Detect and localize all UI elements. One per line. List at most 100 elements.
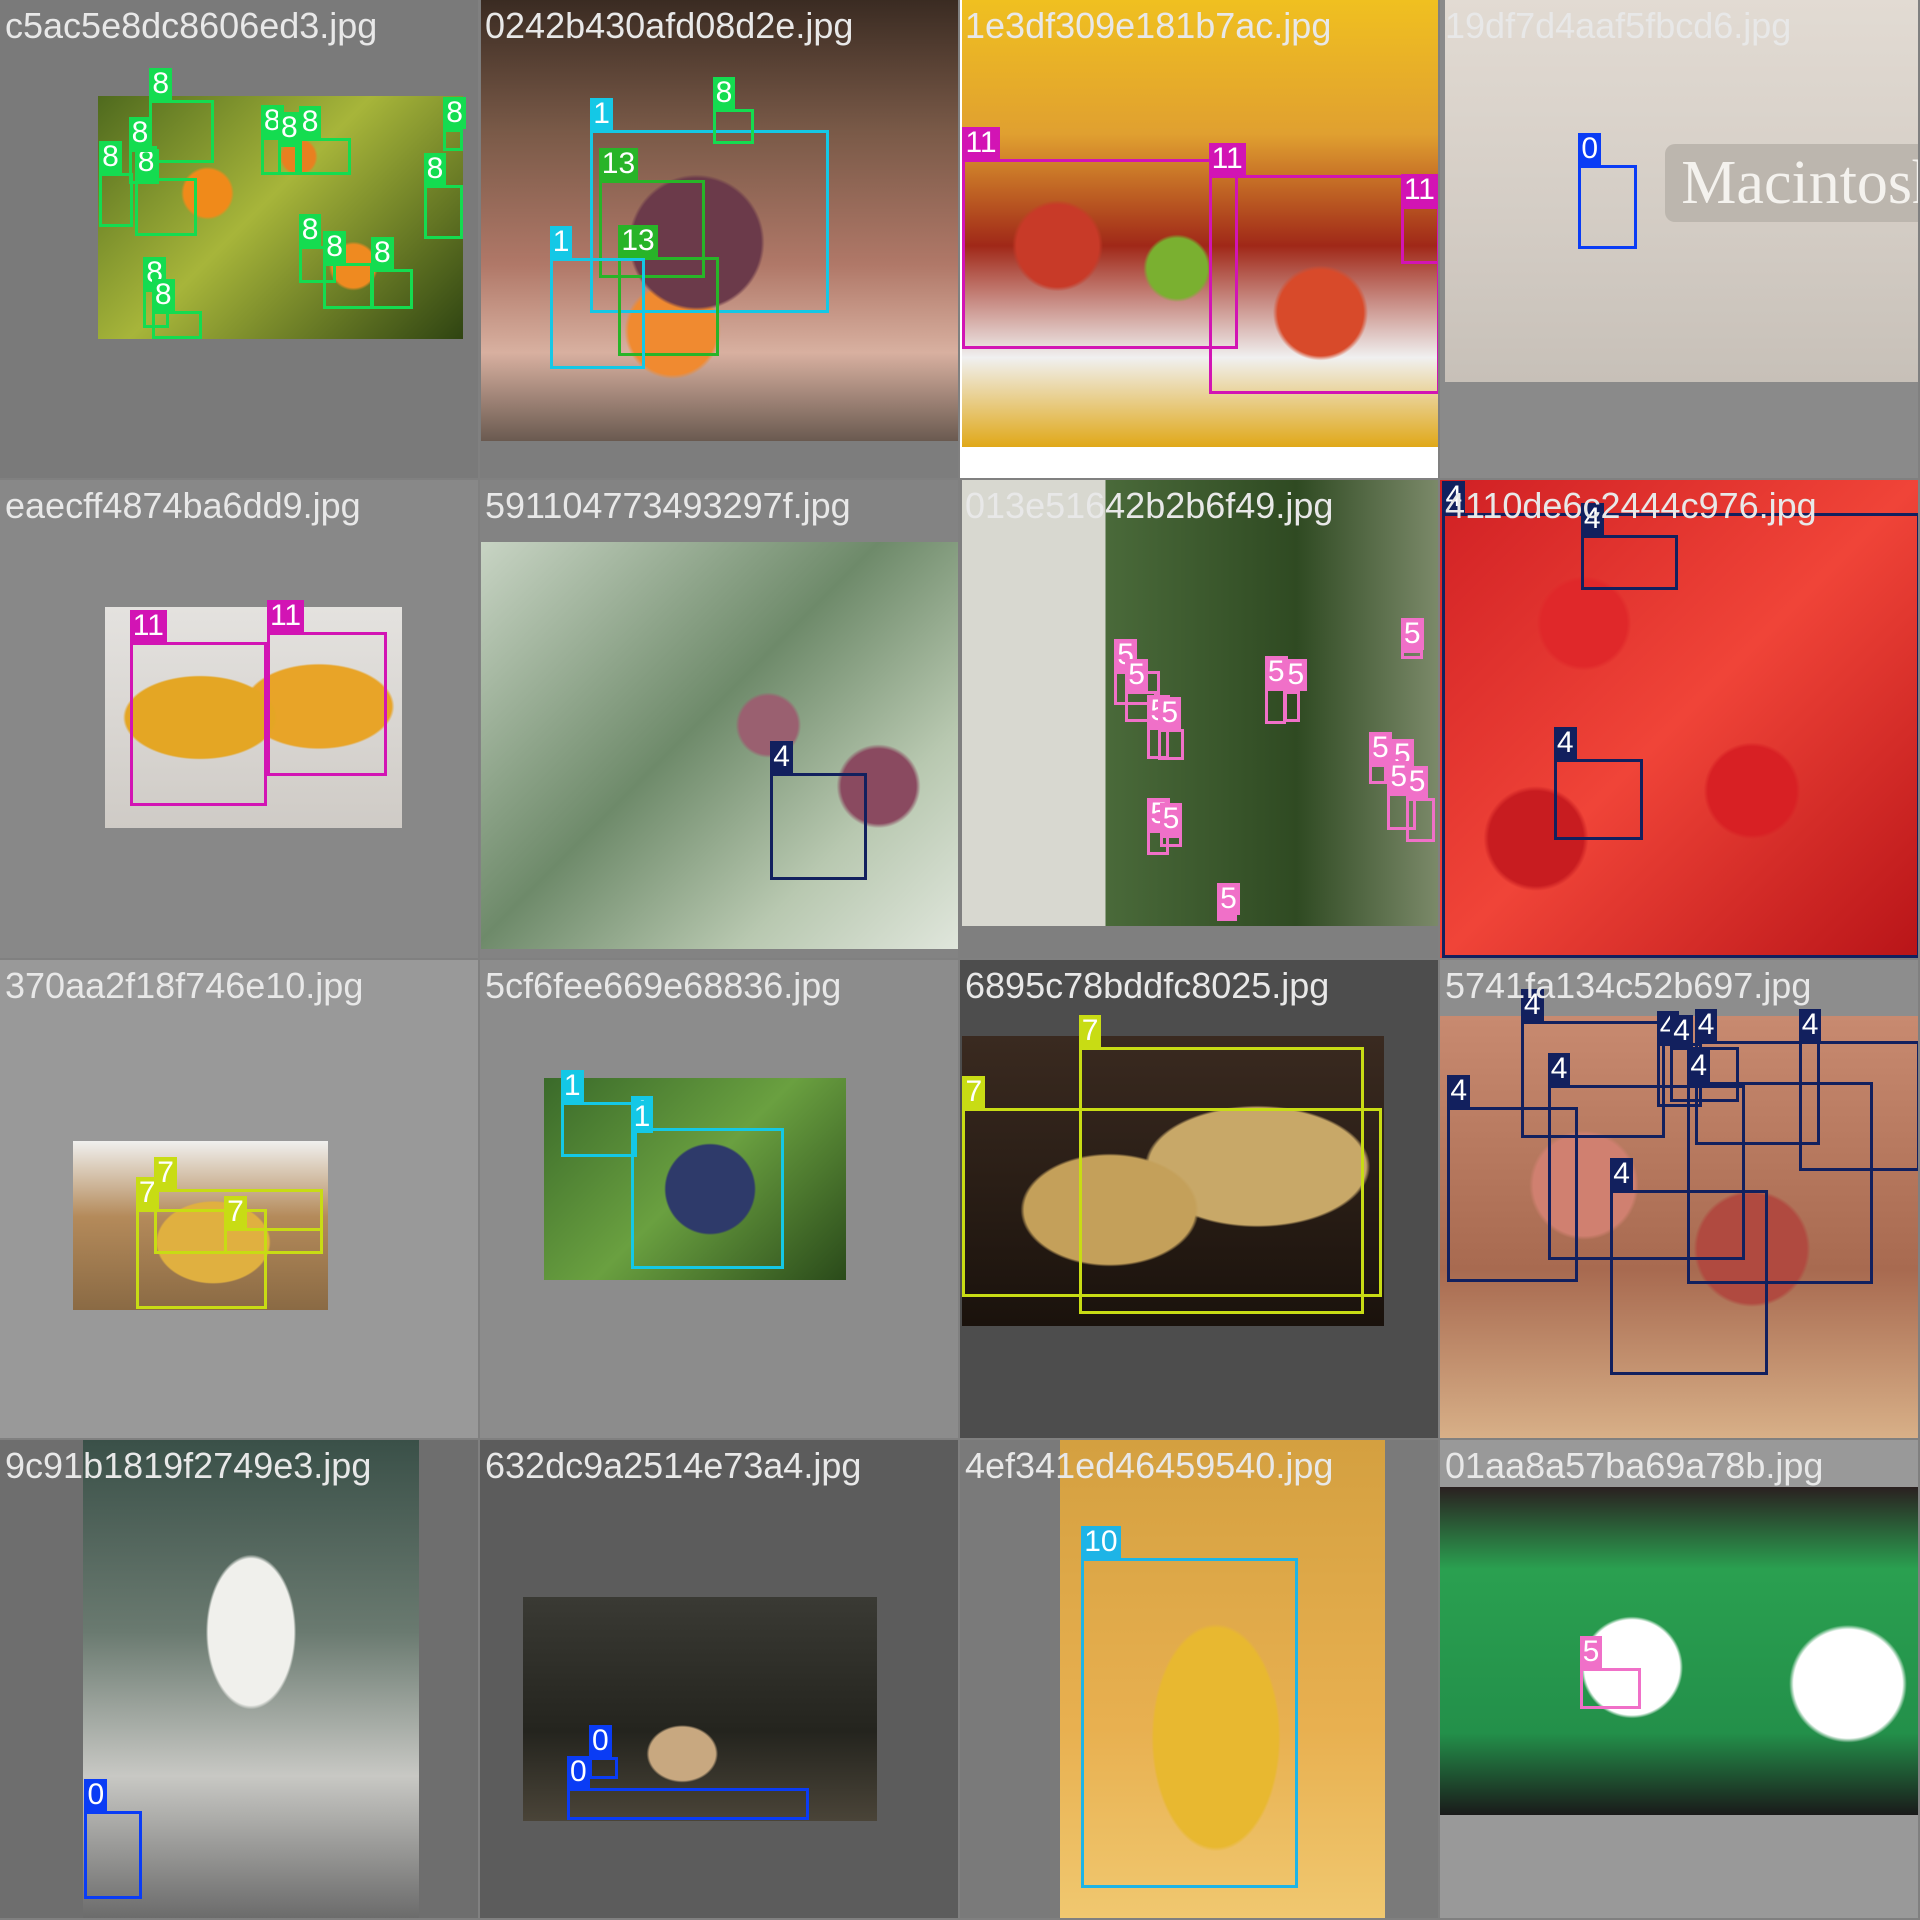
class-label: 8	[712, 76, 736, 109]
class-label: 5	[1400, 618, 1424, 651]
bounding-box	[151, 311, 203, 340]
class-label: 8	[277, 112, 301, 145]
tile-photo	[962, 480, 1438, 926]
class-label: 1	[630, 1100, 654, 1133]
bounding-box	[277, 144, 300, 176]
bounding-box	[1579, 1667, 1641, 1710]
bounding-box	[630, 1127, 784, 1269]
image-tile[interactable]: Macintosh 0 19df7d4aaf5fbcd6.jpg	[1440, 0, 1918, 478]
bounding-box	[128, 149, 160, 184]
class-label: 13	[598, 148, 639, 180]
image-tile[interactable]: 0 0 632dc9a2514e73a4.jpg	[480, 1440, 958, 1918]
bounding-box	[1553, 759, 1644, 840]
bounding-box	[1158, 728, 1185, 761]
class-label: 7	[224, 1196, 247, 1229]
bounding-box	[1670, 1046, 1739, 1103]
bounding-box	[84, 1811, 143, 1900]
class-label: 8	[151, 279, 175, 312]
image-tile[interactable]: 4 4 4 4110de6c2444c976.jpg	[1440, 480, 1918, 958]
class-label: 8	[443, 96, 466, 129]
bounding-box	[1400, 205, 1438, 265]
class-label: 4	[1580, 503, 1604, 536]
image-tile[interactable]: 1115cf6fee669e68836.jpg	[480, 960, 958, 1438]
filename-label: c5ac5e8dc8606ed3.jpg	[5, 5, 378, 46]
image-tile[interactable]: 11 11 11 1e3df309e181b7ac.jpg	[960, 0, 1438, 478]
bounding-box	[1442, 513, 1918, 958]
class-label: 4	[1553, 727, 1577, 760]
bounding-box	[1400, 650, 1423, 659]
class-label: 11	[1400, 173, 1438, 206]
class-label: 7	[1078, 1014, 1102, 1047]
bounding-box	[560, 1102, 637, 1158]
class-label: 11	[1208, 143, 1246, 176]
bounding-box	[443, 128, 463, 151]
class-label: 4	[770, 740, 793, 773]
tile-photo	[481, 542, 958, 949]
mosaic-grid: 8 8 8 8 8 8 8 8 8 8 8 8 8 8 c5ac5e8dc8606ed3.jpg 1 8 13 13…	[0, 0, 1920, 1920]
bounding-box	[1159, 835, 1182, 848]
class-label: 4	[1547, 1052, 1571, 1085]
bounding-box	[134, 177, 198, 237]
bounding-box	[298, 138, 352, 176]
bounding-box	[588, 1757, 619, 1780]
image-tile[interactable]: 11 11 eaecff4874ba6dd9.jpg	[0, 480, 478, 958]
bounding-box	[1368, 764, 1388, 784]
class-label: 8	[99, 140, 122, 173]
image-tile[interactable]: 0 9c91b1819f2749e3.jpg	[0, 1440, 478, 1918]
image-tile[interactable]: 4 591104773493297f.jpg	[480, 480, 958, 958]
bounding-box	[549, 258, 646, 369]
filename-label: 01aa8a57ba69a78b.jpg	[1445, 1445, 1824, 1486]
class-label: 4	[1447, 1074, 1471, 1107]
image-tile[interactable]: 7 7 7 370aa2f18f746e10.jpg	[0, 960, 478, 1438]
class-label: 5	[1159, 803, 1183, 836]
class-label: 7	[154, 1156, 177, 1189]
bounding-box	[323, 263, 374, 309]
bounding-box	[1264, 688, 1286, 724]
class-label: 0	[1578, 133, 1602, 166]
filename-label: 5cf6fee669e68836.jpg	[485, 965, 842, 1006]
image-tile[interactable]: 7 7 6895c78bddfc8025.jpg	[960, 960, 1438, 1438]
class-label: 11	[962, 127, 1000, 160]
class-label: 8	[298, 214, 322, 247]
tile-photo	[1440, 1486, 1918, 1815]
scene-text: Macintosh	[1665, 144, 1918, 223]
filename-label: 370aa2f18f746e10.jpg	[5, 965, 364, 1006]
class-label: 8	[323, 231, 346, 264]
filename-label: eaecff4874ba6dd9.jpg	[5, 485, 361, 526]
class-label: 1	[560, 1070, 584, 1103]
bounding-box	[962, 159, 1238, 349]
class-label: 4	[1610, 1158, 1633, 1191]
class-label: 1	[590, 97, 613, 130]
class-label: 5	[1405, 766, 1429, 799]
class-label: 4	[1694, 1008, 1718, 1041]
bounding-box	[630, 1132, 637, 1158]
image-tile[interactable]: 8 8 8 8 8 8 8 8 8 8 8 8 8 8 c5ac5e8dc8606ed3.jpg	[0, 0, 478, 478]
image-tile[interactable]: 1 8 13 13 1 0242b430afd08d2e.jpg	[480, 0, 958, 478]
bounding-box	[1284, 690, 1301, 723]
filename-label: 632dc9a2514e73a4.jpg	[485, 1445, 862, 1486]
bounding-box	[423, 184, 463, 239]
image-tile[interactable]: 55555555555555013e51642b2b6f49.jpg	[960, 480, 1438, 958]
bounding-box	[1610, 1190, 1769, 1376]
filename-label: 6895c78bddfc8025.jpg	[965, 965, 1330, 1006]
image-tile[interactable]: 10 4ef341ed46459540.jpg	[960, 1440, 1438, 1918]
bounding-box	[1217, 914, 1237, 921]
bounding-box	[224, 1228, 324, 1254]
filename-label: 5741fa134c52b697.jpg	[1445, 965, 1812, 1006]
class-label: 8	[423, 152, 447, 185]
bounding-box	[371, 269, 413, 309]
class-label: 0	[588, 1725, 612, 1758]
class-label: 8	[298, 106, 322, 139]
bounding-box	[1580, 535, 1678, 591]
class-label: 5	[1158, 696, 1182, 729]
class-label: 5	[1284, 658, 1308, 691]
class-label: 8	[371, 237, 394, 270]
class-label: 7	[962, 1076, 986, 1109]
bounding-box	[129, 641, 267, 806]
class-label: 4	[1798, 1008, 1822, 1041]
class-label: 5	[1217, 882, 1240, 915]
bounding-box	[770, 772, 867, 881]
bounding-box	[1405, 798, 1436, 843]
image-tile[interactable]: 5 01aa8a57ba69a78b.jpg	[1440, 1440, 1918, 1918]
image-tile[interactable]: 4 4 4 4 4 4 4 4 4 5741fa134c52b697.jpg	[1440, 960, 1918, 1438]
